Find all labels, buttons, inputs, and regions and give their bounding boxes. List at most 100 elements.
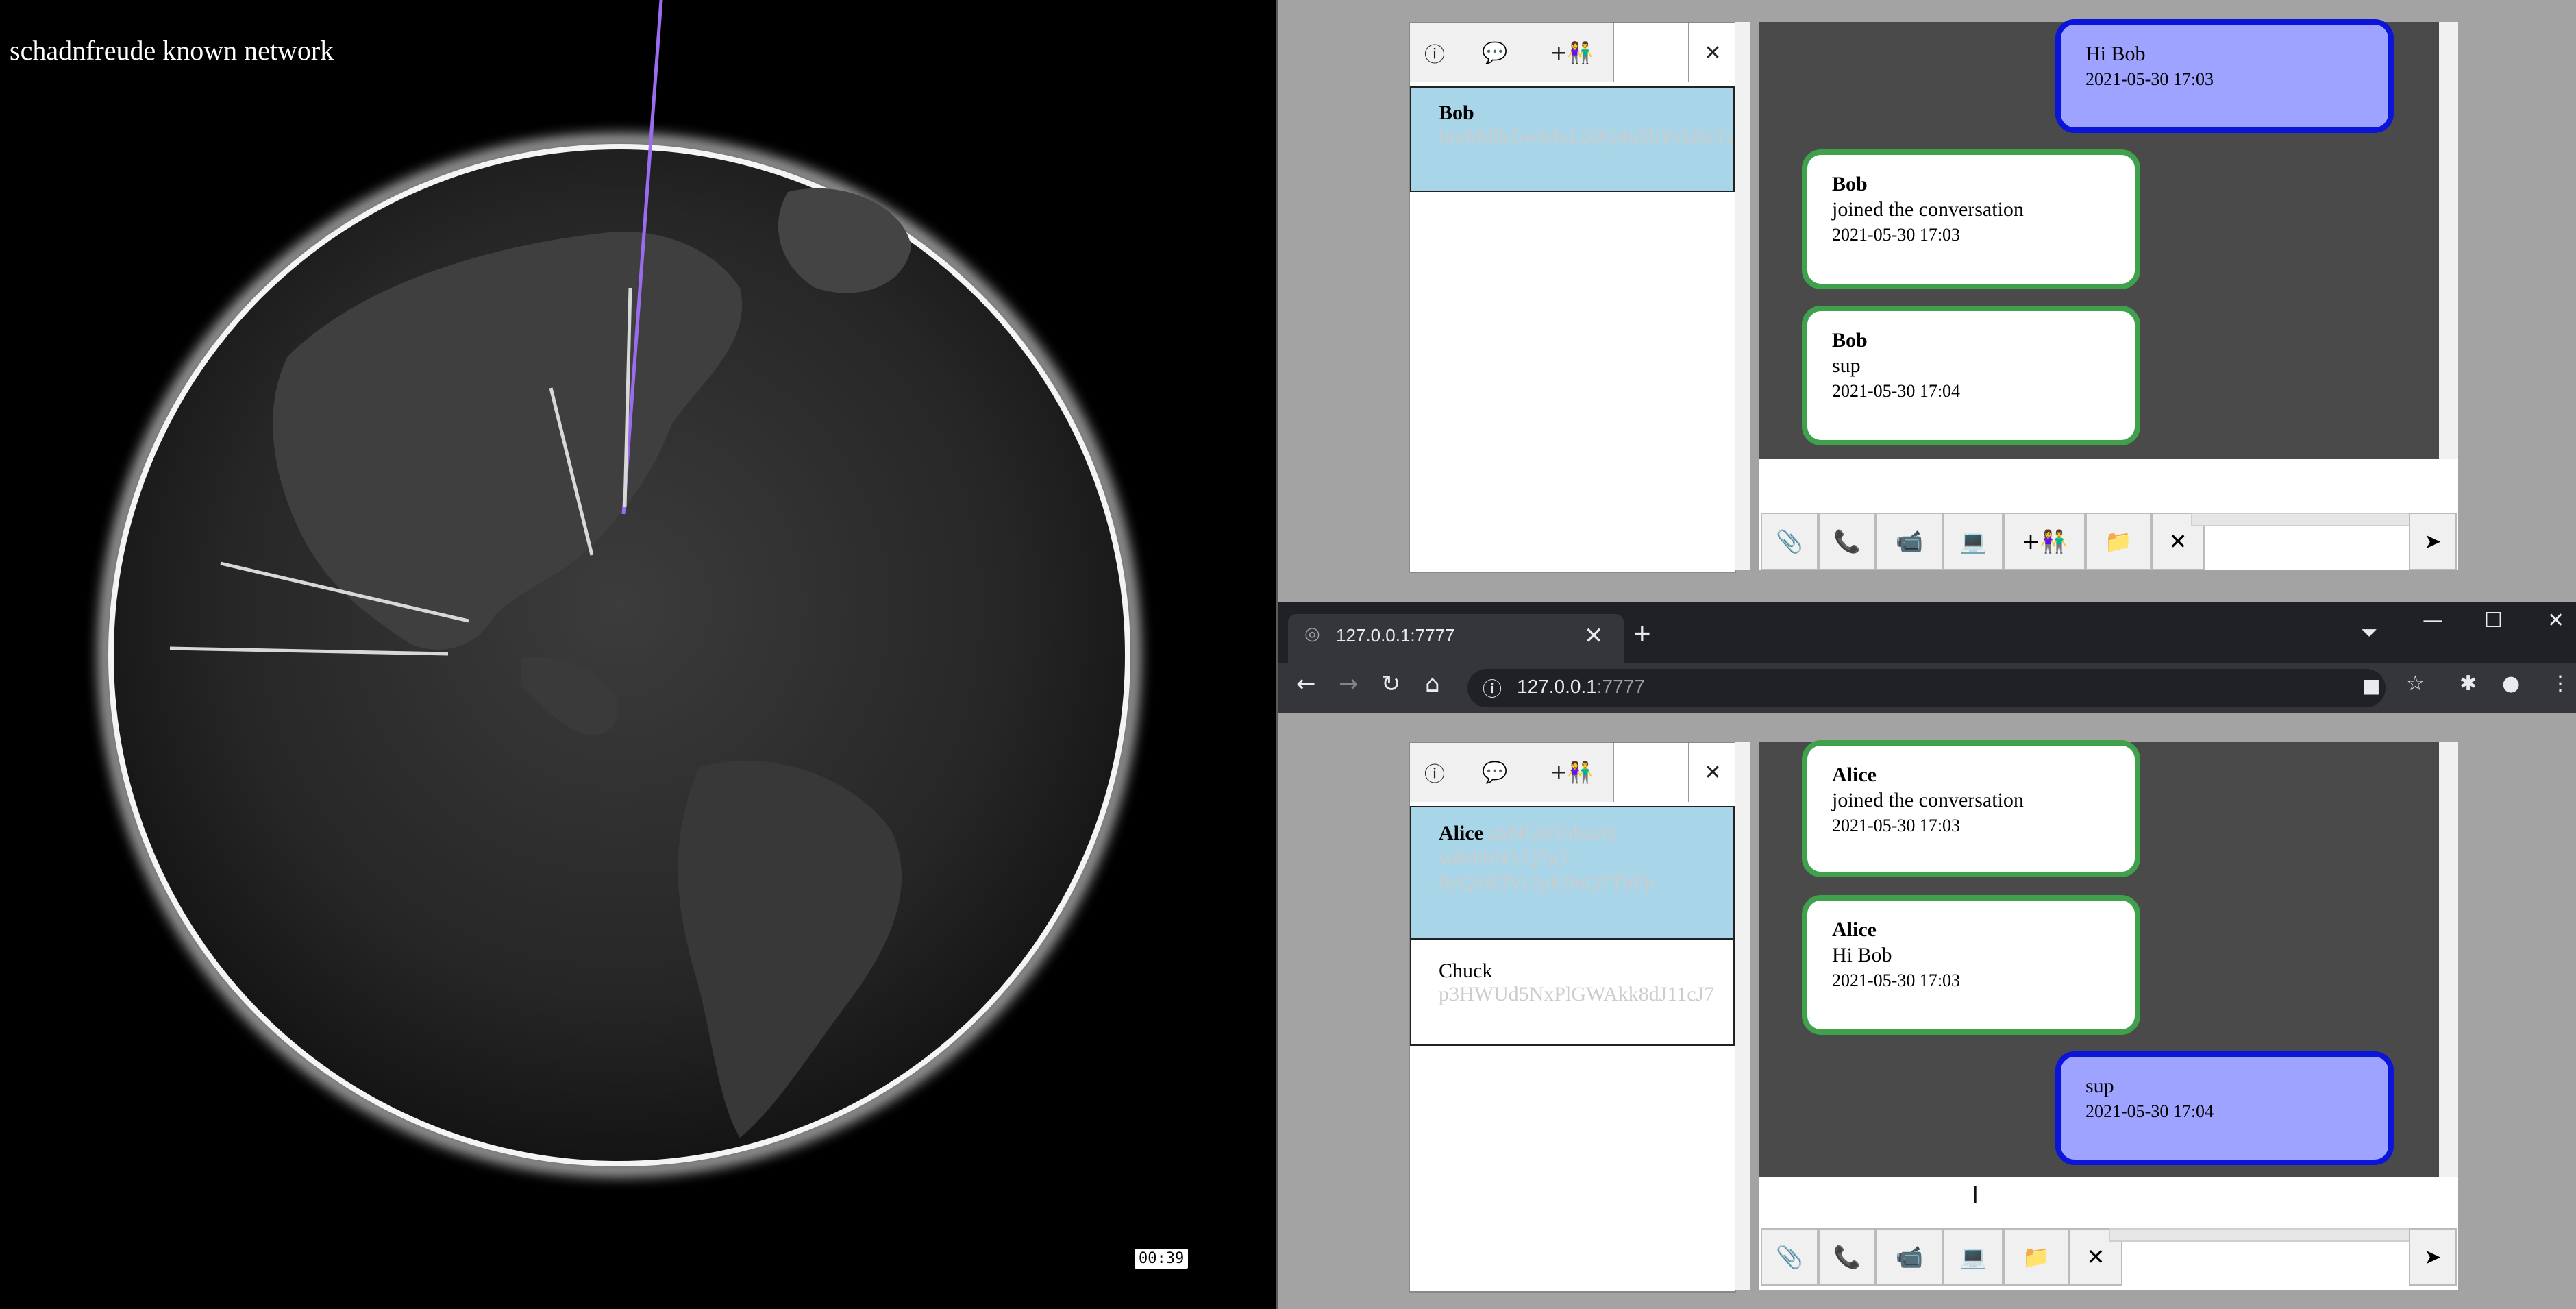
add-people-icon: +👫 xyxy=(1550,760,1594,785)
message-textarea[interactable] xyxy=(1759,1183,2458,1228)
message-text: joined the conversation xyxy=(1832,789,2024,811)
top-contacts-sidebar: ⓘ 💬 +👫 ✕ Bob bmMd8cbw64xLS9Q4u5bYvkRsTdW… xyxy=(1409,22,1736,573)
contact-name: Chuck xyxy=(1439,959,1493,982)
contact-id: w8zbbNVQ7gT xyxy=(1439,846,1572,869)
profile-icon[interactable]: ● xyxy=(2502,672,2520,696)
close-sidebar-button[interactable]: ✕ xyxy=(1688,23,1736,82)
file-progress-bar xyxy=(2109,1228,2412,1242)
site-info-icon[interactable]: ⓘ xyxy=(1483,674,1502,702)
back-icon[interactable]: ← xyxy=(1296,670,1316,698)
reload-icon[interactable]: ↻ xyxy=(1381,670,1401,698)
forward-icon[interactable]: → xyxy=(1339,670,1359,698)
close-sidebar-button[interactable]: ✕ xyxy=(1688,743,1736,802)
message-time: 2021-05-30 17:04 xyxy=(2085,1101,2214,1121)
globe-visualization[interactable] xyxy=(0,0,1278,1309)
send-icon: ➤ xyxy=(2424,1245,2442,1269)
message-bubble-received: Bob joined the conversation 2021-05-30 1… xyxy=(1802,149,2140,289)
message-text: sup xyxy=(1832,354,1861,377)
attach-button[interactable]: 📎 xyxy=(1761,1228,1818,1286)
folder-button[interactable]: 📁 xyxy=(2085,513,2151,570)
message-time: 2021-05-30 17:04 xyxy=(1832,381,1961,401)
add-people-button[interactable]: +👫 xyxy=(2003,513,2085,570)
extensions-icon[interactable]: ✱ xyxy=(2460,672,2477,696)
menu-icon[interactable]: ⋮ xyxy=(2550,672,2571,696)
add-people-button[interactable]: +👫 xyxy=(1531,23,1614,82)
globe-panel xyxy=(0,0,1278,1309)
message-text: joined the conversation xyxy=(1832,198,2024,221)
bottom-contacts-sidebar: ⓘ 💬 +👫 ✕ Alice aSNGR1hbxsQ w8zbbNVQ7gT 8… xyxy=(1409,742,1736,1293)
folder-icon: 📁 xyxy=(2022,1244,2050,1270)
paperclip-icon: 📎 xyxy=(1776,528,1803,554)
url-host: 127.0.0.1 xyxy=(1517,676,1597,697)
contact-item[interactable]: Alice aSNGR1hbxsQ w8zbbNVQ7gT 8yQxR3Vr2p… xyxy=(1410,806,1735,939)
attach-button[interactable]: 📎 xyxy=(1761,513,1818,570)
contact-id: aSNGR1hbxsQ xyxy=(1488,822,1617,844)
contact-item[interactable]: Bob bmMd8cbw64xLS9Q4u5bYvkRsTdWXgcPVn7LD… xyxy=(1410,86,1735,192)
folder-icon: 📁 xyxy=(2105,528,2132,554)
message-bubble-received: Alice Hi Bob 2021-05-30 17:03 xyxy=(1802,895,2140,1035)
video-call-button[interactable]: 📹 xyxy=(1876,1228,1943,1286)
tab-title: 127.0.0.1:7777 xyxy=(1336,625,1455,646)
add-people-button[interactable]: +👫 xyxy=(1531,743,1614,802)
camera-icon[interactable]: ■ xyxy=(2362,674,2380,697)
minimize-icon[interactable]: — xyxy=(2423,609,2443,633)
tab-search-icon[interactable]: ⏷ xyxy=(2361,621,2377,645)
send-icon: ➤ xyxy=(2424,529,2442,554)
close-icon: ✕ xyxy=(1704,760,1722,785)
message-bubble-received: Alice joined the conversation 2021-05-30… xyxy=(1802,740,2140,877)
url-port: :7777 xyxy=(1596,676,1645,697)
sidebar-scrollbar[interactable] xyxy=(1735,22,1750,570)
message-sender: Bob xyxy=(1832,173,1868,195)
screenshare-button[interactable]: 💻 xyxy=(1943,513,2003,570)
close-icon: ✕ xyxy=(1704,40,1722,65)
message-time: 2021-05-30 17:03 xyxy=(1832,816,1961,835)
folder-button[interactable]: 📁 xyxy=(2003,1228,2069,1286)
bookmark-star-icon[interactable]: ☆ xyxy=(2406,672,2425,696)
close-icon: ✕ xyxy=(2086,1244,2105,1270)
paperclip-icon: 📎 xyxy=(1776,1244,1803,1270)
contact-name: Bob xyxy=(1439,101,1474,124)
home-icon[interactable]: ⌂ xyxy=(1425,670,1440,698)
message-textarea[interactable] xyxy=(1759,466,2458,511)
laptop-icon: 💻 xyxy=(1959,528,1987,554)
contact-id: bmMd8cbw64xLS9Q4u5bYvkRsTdWXgcPVn7LD8F xyxy=(1439,125,1733,147)
tab-close-icon[interactable]: ✕ xyxy=(1584,622,1604,650)
send-button[interactable]: ➤ xyxy=(2409,1228,2457,1286)
screenshare-button[interactable]: 💻 xyxy=(1943,1228,2003,1286)
info-icon: ⓘ xyxy=(1424,43,1445,67)
video-icon: 📹 xyxy=(1896,1244,1923,1270)
new-tab-icon[interactable]: + xyxy=(1633,617,1651,651)
maximize-icon[interactable]: ☐ xyxy=(2484,609,2503,633)
info-button[interactable]: ⓘ xyxy=(1410,23,1461,82)
contact-id: p3HWUd5NxPlGWAkk8dJ11cJ7 xyxy=(1439,983,1715,1005)
message-text: Hi Bob xyxy=(1832,944,1892,966)
new-chat-button[interactable]: 💬 xyxy=(1459,23,1532,82)
chat-icon: 💬 xyxy=(1482,760,1508,785)
chat-scrollbar[interactable] xyxy=(2439,742,2458,1177)
recording-timer: 00:39 xyxy=(1135,1249,1189,1269)
video-icon: 📹 xyxy=(1896,528,1923,554)
close-icon: ✕ xyxy=(2168,528,2188,554)
file-progress-bar xyxy=(2191,513,2412,526)
composer-toolbar: 📎 📞 📹 💻 📁 ✕ ➤ xyxy=(1761,1228,2458,1286)
globe-icon: ◎ xyxy=(1304,624,1320,644)
new-chat-button[interactable]: 💬 xyxy=(1459,743,1532,802)
call-button[interactable]: 📞 xyxy=(1818,513,1876,570)
chat-icon: 💬 xyxy=(1482,40,1508,65)
contact-item[interactable]: Chuck p3HWUd5NxPlGWAkk8dJ11cJ7 xyxy=(1410,939,1735,1046)
message-bubble-sent: Hi Bob 2021-05-30 17:03 xyxy=(2055,19,2394,133)
message-bubble-sent: sup 2021-05-30 17:04 xyxy=(2055,1051,2394,1165)
phone-icon: 📞 xyxy=(1833,528,1861,554)
chat-scrollbar[interactable] xyxy=(2439,22,2458,459)
send-button[interactable]: ➤ xyxy=(2409,513,2457,570)
sidebar-scrollbar[interactable] xyxy=(1735,742,1750,1290)
info-icon: ⓘ xyxy=(1424,763,1445,787)
message-time: 2021-05-30 17:03 xyxy=(2085,69,2214,89)
info-button[interactable]: ⓘ xyxy=(1410,743,1461,802)
call-button[interactable]: 📞 xyxy=(1818,1228,1876,1286)
message-sender: Alice xyxy=(1832,763,1877,786)
top-composer: 📎 📞 📹 💻 +👫 📁 ✕ ➤ xyxy=(1759,459,2458,570)
window-close-icon[interactable]: ✕ xyxy=(2547,609,2564,633)
video-call-button[interactable]: 📹 xyxy=(1876,513,1943,570)
message-sender: Bob xyxy=(1832,329,1868,352)
